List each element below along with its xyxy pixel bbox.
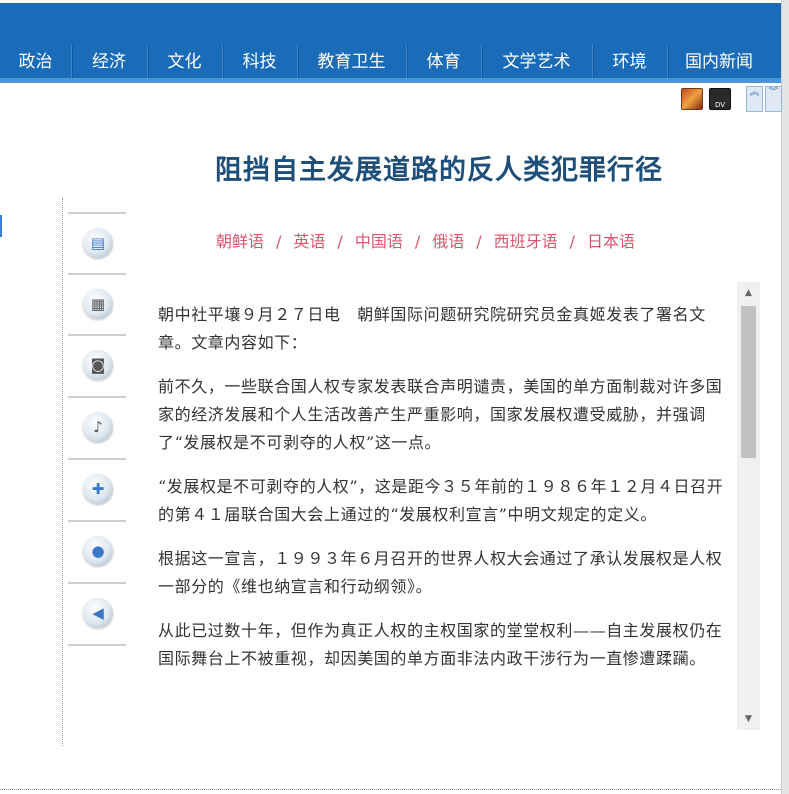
dv-label: DV: [714, 101, 726, 109]
article-paragraph: 根据这一宣言，１９９３年６月召开的世界人权大会通过了承认发展权是人权一部分的《维…: [158, 549, 723, 596]
dv-video-icon[interactable]: DV: [709, 88, 731, 110]
sidebar-back-button[interactable]: ◀: [68, 582, 126, 646]
article-title: 阻挡自主发展道路的反人类犯罪行径: [215, 155, 663, 186]
article-paragraph: 从此已过数十年，但作为真正人权的主权国家的堂堂权利——自主发展权仍在国际舞台上不…: [158, 621, 723, 668]
nav-item-politics[interactable]: 政治: [0, 43, 71, 81]
scroll-buttons: ︽ ︾: [746, 86, 782, 112]
article-scrollbar[interactable]: ▲ ▼: [737, 282, 760, 730]
sidebar-camera-button[interactable]: ◙: [68, 334, 126, 396]
scroll-down-icon[interactable]: ︾: [765, 86, 782, 112]
photo-gallery-icon: ▦: [83, 289, 113, 319]
scrollbar-thumb[interactable]: [741, 306, 756, 458]
camera-icon: ◙: [83, 350, 113, 380]
page-right-border: [781, 0, 789, 794]
sidebar-user-button[interactable]: ●: [68, 520, 126, 582]
lang-link-spanish[interactable]: 西班牙语: [494, 232, 558, 251]
lang-separator: /: [337, 232, 343, 251]
document-icon: ▤: [83, 228, 113, 258]
lang-separator: /: [276, 232, 282, 251]
scrollbar-up-arrow-icon[interactable]: ▲: [737, 282, 760, 304]
nav-item-domestic-news[interactable]: 国内新闻: [667, 43, 771, 81]
top-navigation-bar: 政治 经济 文化 科技 教育卫生 体育 文学艺术 环境 国内新闻: [0, 3, 781, 81]
photo-icon[interactable]: [681, 88, 703, 110]
audio-icon: ♪: [83, 412, 113, 442]
article-paragraph: “发展权是不可剥夺的人权”，这是距今３５年前的１９８６年１２月４日召开的第４１届…: [158, 477, 724, 524]
nav-underline-stripe: [0, 78, 781, 83]
scroll-up-icon[interactable]: ︽: [746, 86, 763, 112]
lang-link-russian[interactable]: 俄语: [432, 232, 464, 251]
nav-item-sports[interactable]: 体育: [406, 43, 481, 81]
nav-item-literature-art[interactable]: 文学艺术: [481, 43, 592, 81]
article-body: 朝中社平壤９月２７日电 朝鲜国际问题研究院研究员金真姬发表了署名文章。文章内容如…: [158, 301, 730, 689]
sidebar-photo-gallery-button[interactable]: ▦: [68, 273, 126, 335]
lang-link-japanese[interactable]: 日本语: [587, 232, 635, 251]
article-paragraph: 朝中社平壤９月２７日电 朝鲜国际问题研究院研究员金真姬发表了署名文章。文章内容如…: [158, 305, 706, 352]
lang-link-korean[interactable]: 朝鲜语: [216, 232, 264, 251]
main-nav: 政治 经济 文化 科技 教育卫生 体育 文学艺术 环境 国内新闻: [0, 43, 771, 81]
nav-item-education-health[interactable]: 教育卫生: [297, 43, 406, 81]
lang-link-english[interactable]: 英语: [293, 232, 325, 251]
user-add-icon: ✚: [83, 474, 113, 504]
article-paragraph: 前不久，一些联合国人权专家发表联合声明谴责，美国的单方面制裁对许多国家的经济发展…: [158, 377, 723, 452]
footer-divider: [0, 789, 781, 790]
back-icon: ◀: [83, 598, 113, 628]
sidebar-icon-column: ▤ ▦ ◙ ♪ ✚ ● ◀: [62, 198, 126, 746]
lang-separator: /: [476, 232, 482, 251]
user-icon: ●: [83, 536, 113, 566]
lang-link-chinese[interactable]: 中国语: [355, 232, 403, 251]
sidebar-user-add-button[interactable]: ✚: [68, 458, 126, 520]
nav-item-environment[interactable]: 环境: [592, 43, 667, 81]
media-toolbar: DV ︽ ︾: [681, 86, 782, 112]
lang-separator: /: [569, 232, 576, 251]
language-selector: 朝鲜语 / 英语 / 中国语 / 俄语 / 西班牙语 / 日本语: [216, 228, 635, 252]
nav-item-science[interactable]: 科技: [222, 43, 297, 81]
article-scroll-area[interactable]: 朝中社平壤９月２７日电 朝鲜国际问题研究院研究员金真姬发表了署名文章。文章内容如…: [140, 282, 737, 730]
scrollbar-down-arrow-icon[interactable]: ▼: [737, 708, 760, 730]
nav-item-culture[interactable]: 文化: [147, 43, 222, 81]
sidebar-audio-button[interactable]: ♪: [68, 396, 126, 458]
sidebar-document-button[interactable]: ▤: [68, 212, 126, 274]
lang-separator: /: [414, 232, 421, 251]
left-edge-marker: [0, 215, 2, 237]
nav-item-economy[interactable]: 经济: [71, 43, 147, 81]
